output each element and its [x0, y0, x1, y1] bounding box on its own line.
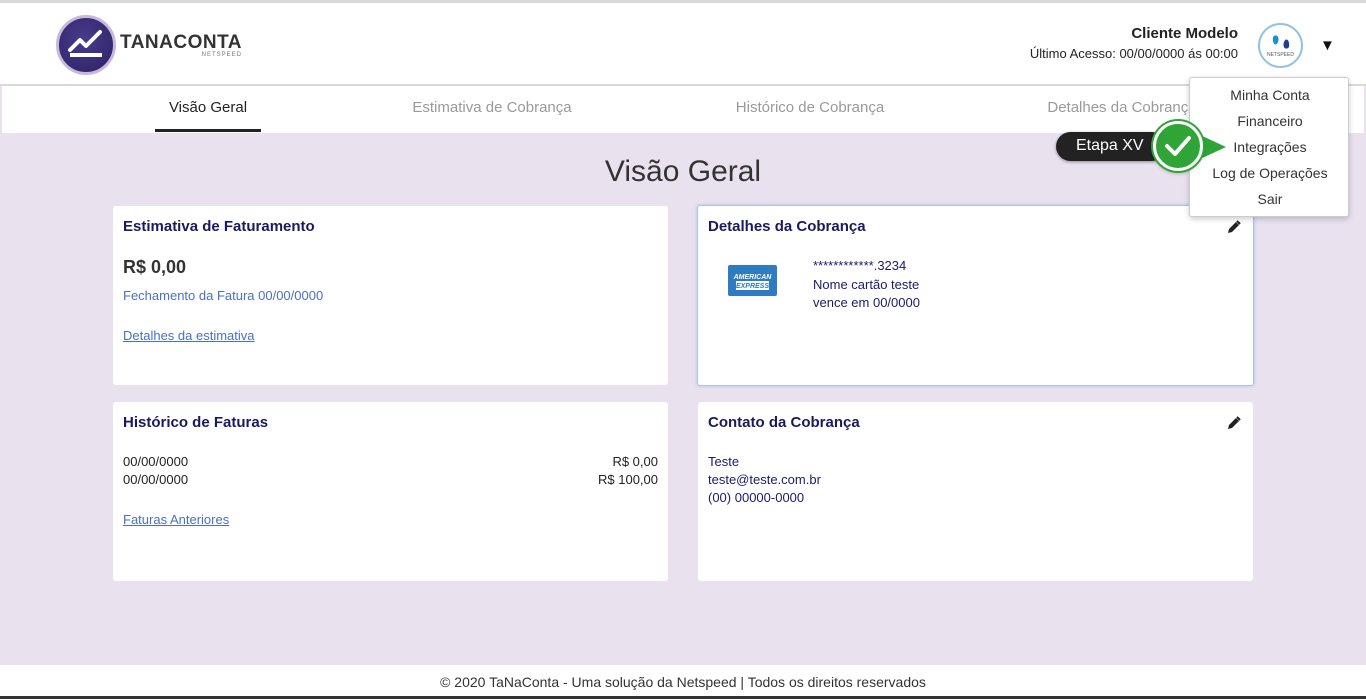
previous-invoices-link[interactable]: Faturas Anteriores	[123, 512, 229, 527]
tab-bar: Visão Geral Estimativa de Cobrança Histó…	[2, 86, 1364, 133]
menu-item-sair[interactable]: Sair	[1190, 191, 1350, 207]
estimated-amount: R$ 0,00	[123, 257, 187, 277]
tab-estimativa-cobranca[interactable]: Estimativa de Cobrança	[407, 86, 577, 132]
user-info: Cliente Modelo Último Acesso: 00/00/0000…	[1030, 25, 1238, 61]
last-access: Último Acesso: 00/00/0000 ás 00:00	[1029, 46, 1238, 61]
user-menu-caret-icon[interactable]: ▼	[1320, 37, 1335, 54]
check-icon	[1153, 121, 1203, 171]
amex-card-icon: AMERICAN EXPRESS	[728, 265, 777, 296]
brand-logo[interactable]: TANACONTA NETSPEED	[56, 15, 242, 75]
menu-item-log-operacoes[interactable]: Log de Operações	[1190, 165, 1350, 181]
invoice-value: R$ 100,00	[598, 472, 658, 487]
user-name: Cliente Modelo	[1131, 25, 1238, 42]
card-contato-cobranca: Contato da Cobrança Teste teste@teste.co…	[698, 402, 1253, 581]
footer-copyright: © 2020 TaNaConta - Uma solução da Netspe…	[0, 665, 1366, 699]
estimate-details-link[interactable]: Detalhes da estimativa	[123, 328, 255, 343]
card-expiry: vence em 00/0000	[813, 295, 920, 310]
svg-text:EXPRESS: EXPRESS	[736, 283, 769, 290]
top-header: TANACONTA NETSPEED Cliente Modelo Último…	[0, 0, 1366, 86]
brand-name: TANACONTA	[120, 31, 242, 53]
logo-badge-icon	[56, 15, 116, 75]
card-historico-faturas: Histórico de Faturas 00/00/0000 R$ 0,00 …	[113, 402, 668, 581]
card-title: Detalhes da Cobrança	[708, 218, 866, 235]
contact-phone: (00) 00000-0000	[708, 490, 805, 505]
invoice-date: 00/00/0000	[123, 454, 189, 469]
closing-date: Fechamento da Fatura 00/00/0000	[123, 288, 324, 303]
tab-historico-cobranca[interactable]: Histórico de Cobrança	[730, 86, 890, 132]
card-title: Estimativa de Faturamento	[123, 218, 315, 235]
netspeed-logo-icon	[1272, 35, 1289, 49]
contact-name: Teste	[708, 454, 740, 469]
tutorial-step-badge: Etapa XV	[1056, 132, 1166, 161]
invoice-date: 00/00/0000	[123, 472, 189, 487]
svg-text:AMERICAN: AMERICAN	[733, 274, 773, 281]
card-title: Histórico de Faturas	[123, 414, 269, 431]
avatar-label: NETSPEED	[1267, 52, 1294, 58]
card-detalhes-cobranca: Detalhes da Cobrança AMERICAN EXPRESS **…	[697, 205, 1254, 386]
menu-item-financeiro[interactable]: Financeiro	[1190, 113, 1350, 129]
tab-visao-geral[interactable]: Visão Geral	[155, 86, 261, 132]
avatar[interactable]: NETSPEED	[1258, 23, 1303, 68]
card-estimativa-faturamento: Estimativa de Faturamento R$ 0,00 Fecham…	[113, 206, 668, 385]
menu-item-minha-conta[interactable]: Minha Conta	[1190, 87, 1350, 103]
edit-pencil-icon[interactable]	[1227, 220, 1241, 239]
invoice-value: R$ 0,00	[612, 454, 658, 469]
card-number: ************.3234	[813, 258, 907, 273]
card-holder-name: Nome cartão teste	[813, 277, 920, 292]
edit-pencil-icon[interactable]	[1227, 416, 1241, 435]
contact-email: teste@teste.com.br	[708, 472, 821, 487]
card-title: Contato da Cobrança	[708, 414, 860, 431]
